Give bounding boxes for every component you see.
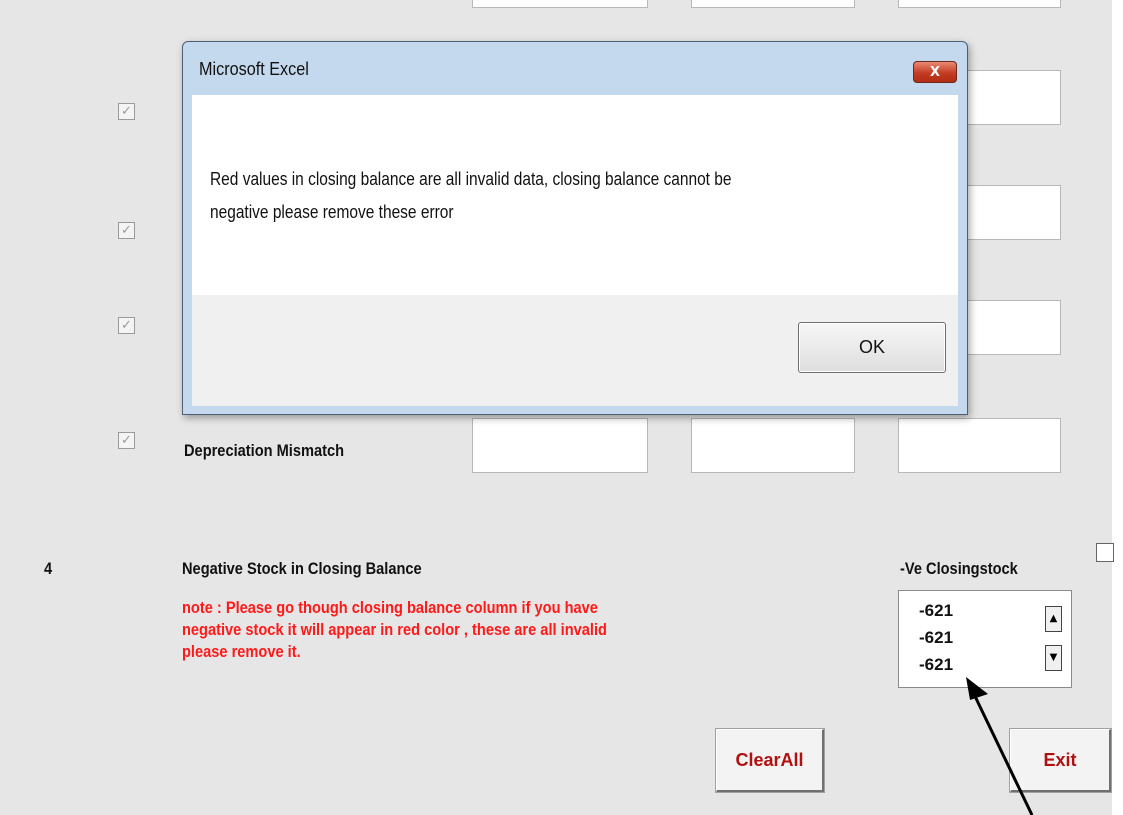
dialog-message-line-2: negative please remove these error (210, 202, 454, 222)
section-note: note : Please go though closing balance … (182, 597, 715, 663)
depreciation-col3-textbox[interactable] (898, 418, 1061, 473)
row0-col2-textbox[interactable] (691, 0, 855, 8)
scroll-down-button[interactable]: ▼ (1045, 645, 1062, 671)
depreciation-col1-textbox[interactable] (472, 418, 648, 473)
list-item[interactable]: -621 (919, 597, 953, 624)
dialog-title: Microsoft Excel (199, 59, 309, 79)
list-item[interactable]: -621 (919, 651, 953, 678)
section-number: 4 (44, 559, 53, 578)
negative-stock-listbox[interactable]: -621 -621 -621 ▲ ▼ (898, 590, 1072, 688)
depreciation-col2-textbox[interactable] (691, 418, 855, 473)
dialog-footer: OK (192, 295, 958, 406)
dialog-message-line-1: Red values in closing balance are all in… (210, 169, 732, 189)
clear-all-button[interactable]: ClearAll (715, 728, 825, 793)
depreciation-mismatch-checkbox[interactable]: ✓ (118, 432, 135, 449)
dialog-content: Red values in closing balance are all in… (192, 95, 958, 406)
triangle-up-icon: ▲ (1049, 613, 1058, 624)
section-title: Negative Stock in Closing Balance (182, 559, 422, 578)
triangle-down-icon: ▼ (1049, 652, 1058, 663)
form-edge (1112, 0, 1123, 815)
scroll-up-button[interactable]: ▲ (1045, 606, 1062, 632)
note-line-2: negative stock it will appear in red col… (182, 620, 607, 639)
close-icon[interactable]: X (913, 61, 957, 83)
note-line-3: please remove it. (182, 642, 301, 661)
row3-checkbox[interactable]: ✓ (118, 317, 135, 334)
exit-button[interactable]: Exit (1009, 728, 1112, 793)
negative-stock-list-label: -Ve Closingstock (900, 559, 1018, 578)
negative-stock-checkbox[interactable] (1096, 543, 1114, 562)
list-item[interactable]: -621 (919, 624, 953, 651)
row1-checkbox[interactable]: ✓ (118, 103, 135, 120)
dialog-message: Red values in closing balance are all in… (210, 163, 881, 229)
message-dialog: Microsoft Excel X Red values in closing … (182, 41, 968, 415)
row0-col1-textbox[interactable] (472, 0, 648, 8)
note-line-1: note : Please go though closing balance … (182, 598, 598, 617)
row2-checkbox[interactable]: ✓ (118, 222, 135, 239)
row0-col3-textbox[interactable] (898, 0, 1061, 8)
listbox-items: -621 -621 -621 (919, 597, 953, 678)
depreciation-mismatch-label: Depreciation Mismatch (184, 441, 345, 460)
ok-button[interactable]: OK (798, 322, 946, 373)
